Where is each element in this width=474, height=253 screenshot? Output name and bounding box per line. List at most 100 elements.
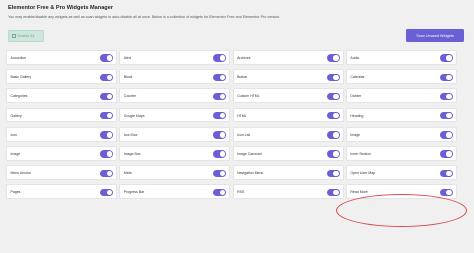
- widget-toggle[interactable]: [439, 131, 453, 139]
- widget-label: Navigation Menu: [237, 171, 264, 176]
- toggle-knob: [219, 170, 226, 177]
- widget-card: Calendar: [345, 69, 457, 84]
- widget-label: Divider: [350, 94, 362, 99]
- toggle-knob: [446, 112, 452, 119]
- toggle-knob: [219, 189, 226, 196]
- widget-toggle[interactable]: [439, 73, 453, 82]
- widget-card: Button: [232, 69, 344, 84]
- widget-toggle[interactable]: [213, 131, 227, 139]
- widget-label: Image: [350, 132, 361, 137]
- widget-toggle[interactable]: [439, 111, 453, 120]
- widget-card: Block: [119, 69, 231, 84]
- toggle-knob: [333, 189, 339, 196]
- widget-toggle[interactable]: [213, 150, 227, 158]
- widget-card: Categories: [6, 88, 117, 104]
- toggle-knob: [219, 93, 226, 100]
- widget-toggle[interactable]: [326, 188, 340, 197]
- toggle-knob: [446, 151, 452, 157]
- widget-label: Inner Section: [350, 151, 372, 156]
- widget-label: Pages: [10, 190, 21, 195]
- widget-toggle[interactable]: [439, 92, 453, 101]
- widget-card: Custom HTML: [232, 88, 344, 104]
- toggle-knob: [446, 132, 452, 138]
- widget-toggle[interactable]: [439, 150, 453, 158]
- toggle-knob: [106, 55, 112, 61]
- toolbar: Enable All Scan Unused Widgets: [6, 29, 466, 45]
- widget-toggle[interactable]: [213, 188, 227, 197]
- widget-toggle[interactable]: [213, 73, 227, 82]
- widget-card: Icon List: [232, 126, 344, 142]
- widget-label: Categories: [10, 94, 28, 99]
- toggle-knob: [106, 74, 112, 81]
- widget-card: Image: [345, 126, 457, 142]
- widget-label: Button: [237, 75, 248, 80]
- widget-label: Audio: [350, 56, 360, 60]
- toggle-knob: [106, 189, 112, 196]
- widget-label: Basic Gallery: [10, 75, 32, 80]
- widget-toggle[interactable]: [100, 92, 113, 101]
- widget-toggle[interactable]: [326, 92, 340, 101]
- widget-card: Menu Anchor: [6, 165, 117, 180]
- widget-toggle[interactable]: [326, 73, 340, 82]
- widget-label: HTML: [237, 113, 247, 118]
- widget-card: Divider: [345, 88, 457, 104]
- widget-toggle[interactable]: [213, 54, 227, 62]
- widget-label: Progress Bar: [123, 190, 145, 195]
- widget-toggle[interactable]: [439, 169, 453, 178]
- widget-toggle[interactable]: [213, 169, 227, 178]
- toggle-knob: [333, 55, 339, 61]
- widget-card: Meta: [119, 165, 231, 180]
- page-header: Elementor Free & Pro Widgets Manager You…: [8, 5, 468, 20]
- widget-label: Calendar: [350, 75, 365, 80]
- widget-label: Meta: [123, 171, 132, 176]
- widget-toggle[interactable]: [213, 92, 227, 101]
- widget-label: Image: [10, 151, 21, 156]
- toggle-knob: [446, 55, 452, 61]
- widget-toggle[interactable]: [439, 54, 453, 62]
- widget-toggle[interactable]: [100, 54, 113, 62]
- widget-toggle[interactable]: [100, 169, 113, 178]
- widget-label: Menu Anchor: [10, 171, 32, 176]
- widget-toggle[interactable]: [100, 150, 113, 158]
- toggle-knob: [446, 189, 452, 196]
- toggle-knob: [333, 112, 339, 119]
- widget-toggle[interactable]: [100, 111, 113, 120]
- widget-toggle[interactable]: [326, 111, 340, 120]
- toggle-knob: [333, 74, 339, 81]
- enable-all-button[interactable]: Enable All: [8, 30, 44, 42]
- widget-card: Archives: [232, 50, 344, 65]
- widget-card: Image Carousel: [232, 145, 344, 161]
- widget-toggle[interactable]: [100, 188, 113, 197]
- widget-toggle[interactable]: [100, 131, 113, 139]
- widget-card: Open User Map: [345, 165, 457, 180]
- widget-card: Alert: [119, 50, 231, 65]
- widget-label: RSS: [237, 190, 245, 195]
- toggle-knob: [106, 93, 112, 100]
- widget-label: Image Box: [123, 151, 141, 156]
- page-description: You may enable/disable any widgets as we…: [8, 15, 281, 19]
- widget-label: Archives: [237, 56, 251, 60]
- toggle-knob: [106, 170, 112, 177]
- widget-card: Google Maps: [119, 107, 231, 123]
- widget-toggle[interactable]: [100, 73, 113, 82]
- widget-card: Read More: [345, 184, 457, 200]
- widget-toggle[interactable]: [213, 111, 227, 120]
- toggle-knob: [219, 74, 226, 81]
- widget-label: Open User Map: [350, 171, 376, 176]
- widget-card: Progress Bar: [119, 184, 231, 200]
- widget-label: Image Carousel: [237, 151, 262, 156]
- widget-label: Heading: [350, 113, 364, 118]
- widget-toggle[interactable]: [326, 54, 340, 62]
- scan-unused-widgets-button[interactable]: Scan Unused Widgets: [406, 29, 464, 42]
- widget-toggle[interactable]: [326, 131, 340, 139]
- widget-toggle[interactable]: [326, 169, 340, 178]
- widget-label: Counter: [123, 94, 137, 99]
- widget-card: Pages: [6, 184, 117, 200]
- widget-card: Accordion: [6, 50, 117, 65]
- widget-card: Basic Gallery: [6, 69, 117, 84]
- widget-card: Heading: [345, 107, 457, 123]
- widget-toggle[interactable]: [439, 188, 453, 197]
- toggle-knob: [446, 170, 452, 177]
- widget-label: Icon Box: [123, 132, 138, 137]
- widget-toggle[interactable]: [326, 150, 340, 158]
